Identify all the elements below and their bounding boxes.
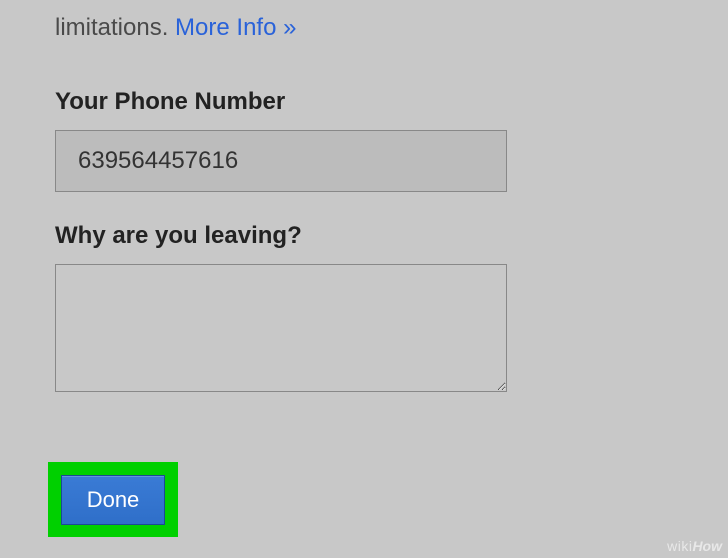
reason-textarea[interactable]: [55, 264, 507, 392]
done-button[interactable]: Done: [61, 475, 165, 525]
watermark: wikiHow: [667, 538, 722, 554]
phone-label: Your Phone Number: [55, 88, 673, 116]
intro-text: limitations. More Info »: [55, 12, 673, 43]
reason-field-group: Why are you leaving?: [55, 222, 673, 392]
more-info-link[interactable]: More Info »: [175, 14, 296, 41]
watermark-wiki: wiki: [667, 538, 692, 554]
reason-label: Why are you leaving?: [55, 222, 673, 250]
watermark-how: How: [692, 538, 722, 554]
done-highlight: Done: [48, 462, 178, 537]
phone-input[interactable]: [55, 130, 507, 192]
intro-text-prefix: limitations.: [55, 14, 175, 41]
phone-field-group: Your Phone Number: [55, 88, 673, 192]
